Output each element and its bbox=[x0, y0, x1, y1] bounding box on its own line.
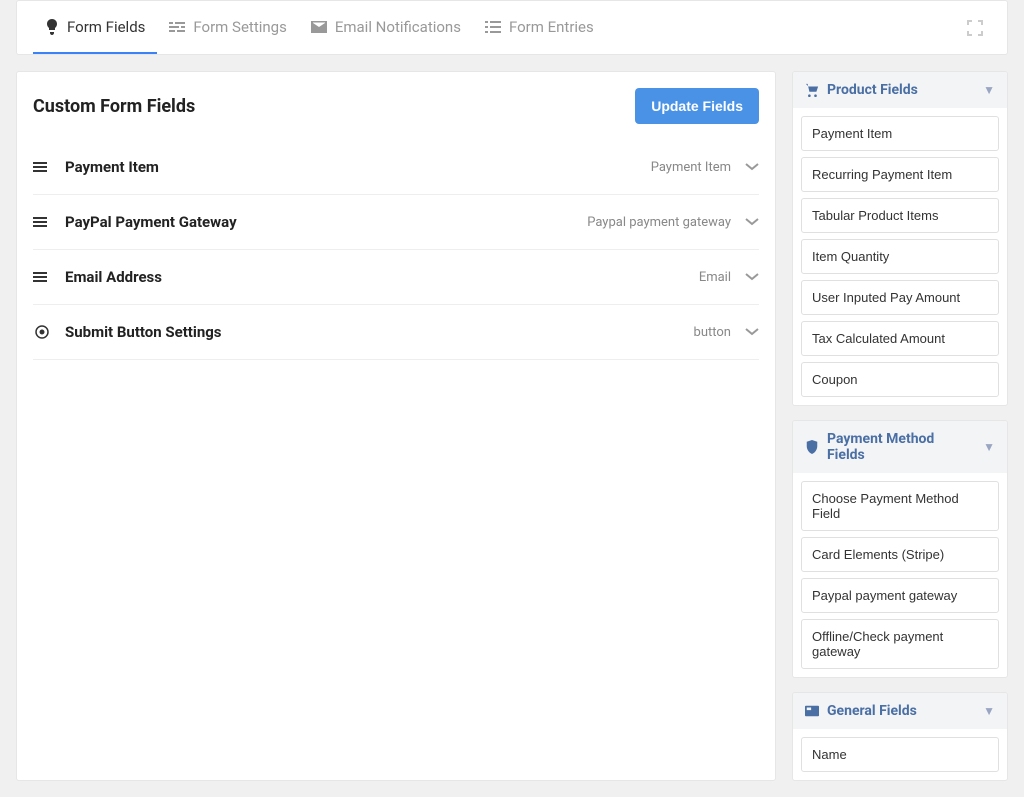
target-icon bbox=[33, 324, 51, 340]
panel-product-fields: Product Fields ▼ Payment Item Recurring … bbox=[792, 71, 1008, 406]
field-btn-choose-payment-method[interactable]: Choose Payment Method Field bbox=[801, 481, 999, 531]
field-row-paypal-gateway[interactable]: PayPal Payment Gateway Paypal payment ga… bbox=[33, 195, 759, 250]
sidebar: Product Fields ▼ Payment Item Recurring … bbox=[792, 71, 1008, 781]
tab-email-notifications[interactable]: Email Notifications bbox=[299, 1, 473, 54]
panel-title: General Fields bbox=[827, 703, 975, 719]
field-btn-name[interactable]: Name bbox=[801, 737, 999, 772]
field-btn-user-pay-amount[interactable]: User Inputed Pay Amount bbox=[801, 280, 999, 315]
panel-header-general-fields[interactable]: General Fields ▼ bbox=[793, 693, 1007, 729]
sliders-icon bbox=[169, 20, 185, 34]
field-row-submit-button[interactable]: Submit Button Settings button bbox=[33, 305, 759, 360]
field-btn-tabular-product[interactable]: Tabular Product Items bbox=[801, 198, 999, 233]
main-panel: Custom Form Fields Update Fields Payment… bbox=[16, 71, 776, 781]
lightbulb-icon bbox=[45, 19, 59, 35]
field-btn-tax-amount[interactable]: Tax Calculated Amount bbox=[801, 321, 999, 356]
field-btn-payment-item[interactable]: Payment Item bbox=[801, 116, 999, 151]
field-row-email-address[interactable]: Email Address Email bbox=[33, 250, 759, 305]
field-type: button bbox=[694, 325, 731, 340]
panel-payment-method-fields: Payment Method Fields ▼ Choose Payment M… bbox=[792, 420, 1008, 678]
tab-label: Form Entries bbox=[509, 18, 594, 36]
update-fields-button[interactable]: Update Fields bbox=[635, 88, 759, 124]
tab-form-fields[interactable]: Form Fields bbox=[33, 1, 157, 54]
caret-down-icon: ▼ bbox=[983, 440, 995, 454]
shield-icon bbox=[805, 440, 819, 454]
panel-title: Product Fields bbox=[827, 82, 975, 98]
panel-general-fields: General Fields ▼ Name bbox=[792, 692, 1008, 781]
tab-label: Email Notifications bbox=[335, 18, 461, 36]
panel-header-product-fields[interactable]: Product Fields ▼ bbox=[793, 72, 1007, 108]
tab-label: Form Settings bbox=[193, 18, 286, 36]
field-row-payment-item[interactable]: Payment Item Payment Item bbox=[33, 140, 759, 195]
drag-handle-icon[interactable] bbox=[33, 217, 51, 227]
tab-form-entries[interactable]: Form Entries bbox=[473, 1, 606, 54]
page-title: Custom Form Fields bbox=[33, 96, 195, 117]
panel-title: Payment Method Fields bbox=[827, 431, 975, 463]
field-title: Payment Item bbox=[65, 158, 651, 176]
field-btn-coupon[interactable]: Coupon bbox=[801, 362, 999, 397]
envelope-icon bbox=[311, 21, 327, 33]
tabs-bar: Form Fields Form Settings Email Notifica… bbox=[16, 0, 1008, 55]
field-title: Submit Button Settings bbox=[65, 323, 694, 341]
field-btn-recurring-payment[interactable]: Recurring Payment Item bbox=[801, 157, 999, 192]
fullscreen-icon[interactable] bbox=[959, 12, 991, 44]
field-btn-paypal-gateway[interactable]: Paypal payment gateway bbox=[801, 578, 999, 613]
drag-handle-icon[interactable] bbox=[33, 162, 51, 172]
field-title: PayPal Payment Gateway bbox=[65, 213, 587, 231]
field-title: Email Address bbox=[65, 268, 699, 286]
cart-icon bbox=[805, 83, 819, 97]
field-type: Paypal payment gateway bbox=[587, 215, 731, 230]
field-btn-card-elements[interactable]: Card Elements (Stripe) bbox=[801, 537, 999, 572]
tab-form-settings[interactable]: Form Settings bbox=[157, 1, 298, 54]
drag-handle-icon[interactable] bbox=[33, 272, 51, 282]
field-type: Email bbox=[699, 270, 731, 285]
field-btn-offline-check[interactable]: Offline/Check payment gateway bbox=[801, 619, 999, 669]
chevron-down-icon bbox=[745, 218, 759, 226]
field-type: Payment Item bbox=[651, 160, 731, 175]
caret-down-icon: ▼ bbox=[983, 83, 995, 97]
tab-label: Form Fields bbox=[67, 18, 145, 36]
chevron-down-icon bbox=[745, 328, 759, 336]
caret-down-icon: ▼ bbox=[983, 704, 995, 718]
panel-header-payment-method[interactable]: Payment Method Fields ▼ bbox=[793, 421, 1007, 473]
card-icon bbox=[805, 704, 819, 718]
chevron-down-icon bbox=[745, 163, 759, 171]
field-btn-item-quantity[interactable]: Item Quantity bbox=[801, 239, 999, 274]
chevron-down-icon bbox=[745, 273, 759, 281]
list-icon bbox=[485, 21, 501, 33]
